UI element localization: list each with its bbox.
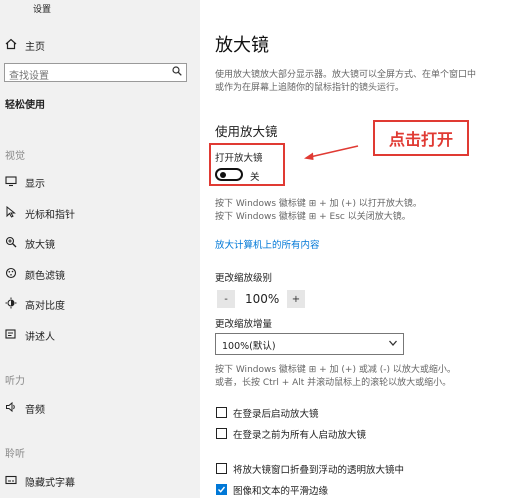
sidebar-item-color-filters[interactable]: 颜色滤镜	[25, 267, 65, 282]
magnifier-icon	[5, 236, 17, 248]
contrast-icon	[5, 297, 17, 309]
section-interaction: 聆听	[5, 449, 25, 460]
highlight-box	[209, 143, 285, 186]
color-filter-icon	[5, 267, 17, 279]
sidebar-item-display[interactable]: 显示	[25, 175, 45, 190]
shortcut-off-text: 按下 Windows 徽标键 ⊞ + Esc 以关闭放大镜。	[215, 212, 411, 222]
sidebar-item-cursor[interactable]: 光标和指针	[25, 206, 75, 221]
zoom-increment-select[interactable]: 100%(默认)	[215, 333, 404, 355]
monitor-icon	[5, 175, 17, 187]
section-title: 使用放大镜	[215, 124, 278, 139]
captions-icon	[5, 474, 17, 486]
app-title: 设置	[33, 5, 52, 15]
search-icon[interactable]	[172, 66, 182, 76]
section-vision: 视觉	[5, 151, 25, 162]
increment-hint-1: 按下 Windows 徽标键 ⊞ + 加 (+) 或减 (-) 以放大或缩小。	[215, 365, 456, 375]
zoom-in-button[interactable]: +	[287, 290, 305, 308]
checkbox-start-after-signin-label: 在登录后启动放大镜	[233, 409, 319, 420]
zoom-out-button[interactable]: -	[217, 290, 235, 308]
checkbox-smooth-edges-label: 图像和文本的平滑边缘	[233, 486, 329, 497]
chevron-down-icon	[389, 340, 397, 346]
cursor-icon	[5, 206, 17, 218]
search-field[interactable]	[4, 63, 187, 85]
zoom-increment-label: 更改缩放增量	[215, 319, 273, 330]
page-title: 放大镜	[215, 35, 269, 56]
zoom-level-label: 更改缩放级别	[215, 273, 273, 284]
sidebar-item-audio[interactable]: 音频	[25, 401, 45, 416]
sidebar-item-captions[interactable]: 隐藏式字幕	[25, 474, 75, 489]
sidebar: 设置 主页 轻松使用 视觉 显示 光标和指针 放大镜 颜色滤镜 高对比度 讲述人…	[0, 0, 200, 498]
checkbox-start-before-signin-label: 在登录之前为所有人启动放大镜	[233, 430, 367, 441]
checkbox-smooth-edges[interactable]	[216, 484, 227, 495]
annotation-callout: 点击打开	[373, 120, 469, 156]
annotation-arrow	[304, 145, 359, 160]
shortcut-on-text: 按下 Windows 徽标键 ⊞ + 加 (+) 以打开放大镜。	[215, 199, 422, 209]
zoom-increment-value: 100%(默认)	[222, 341, 276, 352]
section-hearing: 听力	[5, 376, 25, 387]
checkbox-collapse-lens[interactable]	[216, 463, 227, 474]
sidebar-category: 轻松使用	[5, 100, 45, 111]
checkbox-start-after-signin[interactable]	[216, 407, 227, 418]
checkbox-collapse-lens-label: 将放大镜窗口折叠到浮动的透明放大镜中	[233, 465, 405, 476]
checkbox-start-before-signin[interactable]	[216, 428, 227, 439]
sidebar-home[interactable]: 主页	[25, 38, 45, 53]
sidebar-item-high-contrast[interactable]: 高对比度	[25, 297, 65, 312]
audio-icon	[5, 401, 17, 413]
increment-hint-2: 或者，长按 Ctrl + Alt 并滚动鼠标上的滚轮以放大或缩小。	[215, 378, 452, 388]
magnify-everything-link[interactable]: 放大计算机上的所有内容	[215, 237, 320, 251]
sidebar-item-magnifier[interactable]: 放大镜	[25, 236, 55, 251]
description-line-2: 或作为在屏幕上追随你的鼠标指针的镜头运行。	[215, 83, 405, 93]
narrator-icon	[5, 328, 17, 340]
home-icon	[5, 38, 17, 50]
search-input[interactable]	[5, 68, 159, 85]
sidebar-item-narrator[interactable]: 讲述人	[25, 328, 55, 343]
description-line-1: 使用放大镜放大部分显示器。放大镜可以全屏方式、在单个窗口中	[215, 70, 477, 80]
checkmark-icon	[218, 486, 226, 493]
zoom-level-value: 100%	[245, 292, 280, 306]
